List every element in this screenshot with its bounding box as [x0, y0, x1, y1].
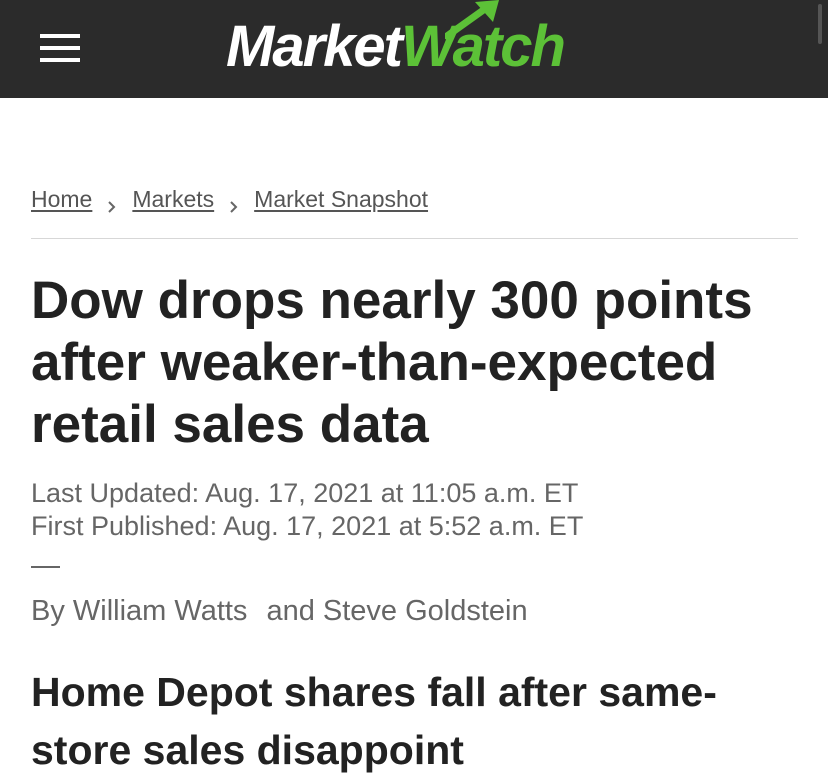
author-link-steve-goldstein[interactable]: Steve Goldstein: [323, 595, 528, 627]
byline-prefix: By: [31, 595, 65, 627]
logo-text-watch: Watch: [401, 0, 566, 79]
chevron-right-icon: [214, 192, 254, 219]
logo-text-market: Market: [226, 14, 403, 79]
subheadline-line: Home Depot shares fall after same-: [31, 669, 717, 715]
scrollbar[interactable]: [818, 4, 822, 44]
chevron-right-icon: [92, 192, 132, 219]
last-updated-timestamp: Last Updated: Aug. 17, 2021 at 11:05 a.m…: [31, 478, 579, 508]
breadcrumb-markets[interactable]: Markets: [132, 186, 214, 213]
article-byline: By William Watts and Steve Goldstein: [31, 593, 528, 629]
subheadline-line: store sales disappoint: [31, 727, 464, 773]
marketwatch-logo[interactable]: MarketWatch: [226, 0, 566, 82]
article-subheadline: Home Depot shares fall after same- store…: [31, 663, 811, 779]
breadcrumb-divider: [31, 238, 798, 239]
first-published-timestamp: First Published: Aug. 17, 2021 at 5:52 a…: [31, 511, 584, 541]
article-headline: Dow drops nearly 300 points after weaker…: [31, 270, 811, 456]
headline-line: after weaker-than-expected: [31, 333, 718, 392]
logo-arrow-icon: [444, 0, 499, 40]
hamburger-menu-icon[interactable]: [40, 30, 82, 64]
top-header: MarketWatch: [0, 0, 828, 98]
author-link-william-watts[interactable]: William Watts: [73, 595, 248, 627]
breadcrumb-market-snapshot[interactable]: Market Snapshot: [254, 186, 428, 213]
headline-line: retail sales data: [31, 395, 429, 454]
article-timestamps: Last Updated: Aug. 17, 2021 at 11:05 a.m…: [31, 477, 583, 543]
short-divider: [31, 566, 60, 568]
breadcrumb-home[interactable]: Home: [31, 186, 92, 213]
byline-conjunction: and: [266, 595, 315, 627]
breadcrumb: Home Markets Market Snapshot: [31, 183, 428, 215]
headline-line: Dow drops nearly 300 points: [31, 271, 753, 330]
